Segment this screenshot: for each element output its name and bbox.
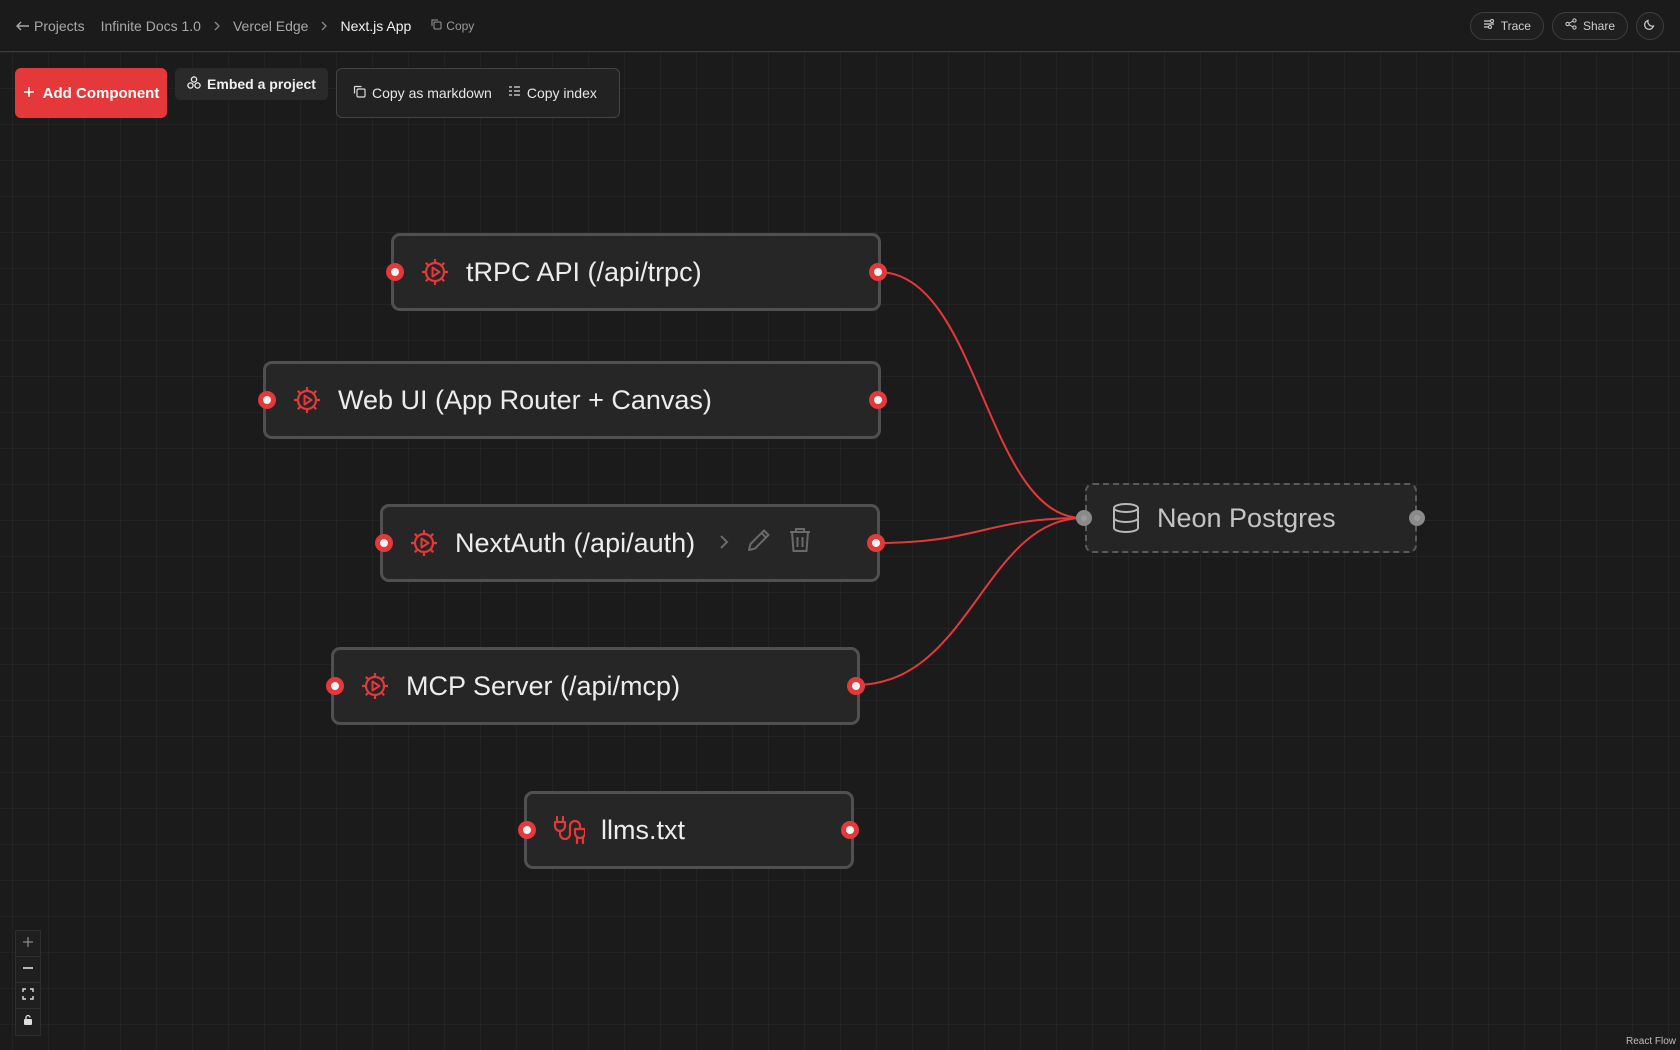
trash-icon[interactable] xyxy=(787,526,813,561)
zoom-out-button[interactable] xyxy=(16,957,40,983)
node-label: Web UI (App Router + Canvas) xyxy=(338,384,712,415)
node-label: MCP Server (/api/mcp) xyxy=(406,670,681,701)
handle-llms-source[interactable] xyxy=(841,821,859,839)
lock-icon xyxy=(23,1013,33,1031)
trace-button[interactable]: Trace xyxy=(1469,11,1544,40)
theme-toggle-button[interactable] xyxy=(1636,11,1664,40)
boxes-icon xyxy=(187,76,201,92)
breadcrumb-current: Next.js App xyxy=(340,17,412,34)
share-button[interactable]: Share xyxy=(1551,11,1628,40)
handle-webui-target[interactable] xyxy=(258,391,276,409)
list-tree-icon xyxy=(508,85,521,101)
node-llms-txt[interactable]: llms.txt xyxy=(524,791,854,869)
top-actions: Trace Share xyxy=(1469,11,1664,40)
handle-mcp-target[interactable] xyxy=(326,677,344,695)
lock-button[interactable] xyxy=(16,1009,40,1035)
back-label: Projects xyxy=(34,17,85,34)
arrow-left-icon xyxy=(16,18,30,34)
zoom-in-button[interactable] xyxy=(16,931,40,957)
handle-trpc-source[interactable] xyxy=(869,263,887,281)
plug-icon xyxy=(553,815,585,845)
handle-nextauth-target[interactable] xyxy=(375,534,393,552)
chevron-right-icon xyxy=(320,21,328,31)
gear-play-icon xyxy=(409,528,439,558)
copy-index-label: Copy index xyxy=(526,85,597,101)
react-flow-attribution[interactable]: React Flow xyxy=(1626,1036,1676,1047)
copy-as-markdown-label: Copy as markdown xyxy=(372,85,492,101)
node-label: NextAuth (/api/auth) xyxy=(455,527,696,558)
copy-toolbar: Copy as markdown Copy index xyxy=(336,68,620,118)
plus-icon xyxy=(23,85,35,102)
node-trpc-api[interactable]: tRPC API (/api/trpc) xyxy=(391,233,881,311)
embed-project-button[interactable]: Embed a project xyxy=(175,68,328,100)
minus-icon xyxy=(22,961,34,979)
edge-trpc-neon[interactable] xyxy=(877,271,1084,519)
trace-label: Trace xyxy=(1500,18,1531,33)
handle-webui-source[interactable] xyxy=(869,391,887,409)
node-mcp-server[interactable]: MCP Server (/api/mcp) xyxy=(331,647,860,725)
moon-icon xyxy=(1644,18,1656,33)
chevron-right-icon xyxy=(213,21,221,31)
node-label: tRPC API (/api/trpc) xyxy=(466,256,702,287)
share-label: Share xyxy=(1582,18,1615,33)
node-label: Neon Postgres xyxy=(1157,502,1336,533)
copy-link-label: Copy xyxy=(446,18,475,33)
gear-play-icon xyxy=(420,257,450,287)
share-icon xyxy=(1565,18,1577,33)
chevron-right-icon[interactable] xyxy=(717,528,731,559)
add-component-button[interactable]: Add Component xyxy=(15,68,167,118)
top-bar: Projects Infinite Docs 1.0 Vercel Edge N… xyxy=(0,0,1680,52)
node-web-ui[interactable]: Web UI (App Router + Canvas) xyxy=(263,361,881,439)
breadcrumb-project[interactable]: Infinite Docs 1.0 xyxy=(101,18,201,34)
node-nextauth[interactable]: NextAuth (/api/auth) xyxy=(380,504,880,582)
breadcrumb: Projects Infinite Docs 1.0 Vercel Edge N… xyxy=(16,18,474,34)
embed-project-label: Embed a project xyxy=(207,76,316,92)
gear-play-icon xyxy=(360,671,390,701)
breadcrumb-environment[interactable]: Vercel Edge xyxy=(233,18,309,34)
edge-mcp-neon[interactable] xyxy=(855,517,1084,686)
handle-neon-target[interactable] xyxy=(1076,510,1092,526)
node-actions xyxy=(717,526,813,561)
node-label: llms.txt xyxy=(601,814,685,845)
pencil-icon[interactable] xyxy=(745,526,773,561)
copy-index-button[interactable]: Copy index xyxy=(502,79,603,107)
fit-view-button[interactable] xyxy=(16,983,40,1009)
database-icon xyxy=(1111,502,1141,534)
copy-icon xyxy=(431,19,442,33)
handle-mcp-source[interactable] xyxy=(847,677,865,695)
copy-icon xyxy=(353,85,366,101)
back-to-projects-link[interactable]: Projects xyxy=(16,18,85,34)
node-neon-postgres[interactable]: Neon Postgres xyxy=(1085,483,1417,553)
add-component-label: Add Component xyxy=(42,84,160,102)
handle-llms-target[interactable] xyxy=(518,821,536,839)
handle-trpc-target[interactable] xyxy=(386,263,404,281)
copy-as-markdown-button[interactable]: Copy as markdown xyxy=(347,79,498,107)
handle-nextauth-source[interactable] xyxy=(867,534,885,552)
fullscreen-icon xyxy=(22,987,34,1005)
flow-controls xyxy=(15,930,41,1036)
plus-icon xyxy=(22,935,34,953)
edge-nextauth-neon[interactable] xyxy=(875,517,1084,544)
gear-play-icon xyxy=(292,385,322,415)
copy-link-button[interactable]: Copy xyxy=(431,19,474,33)
handle-neon-source[interactable] xyxy=(1409,510,1425,526)
trace-icon xyxy=(1483,18,1495,33)
